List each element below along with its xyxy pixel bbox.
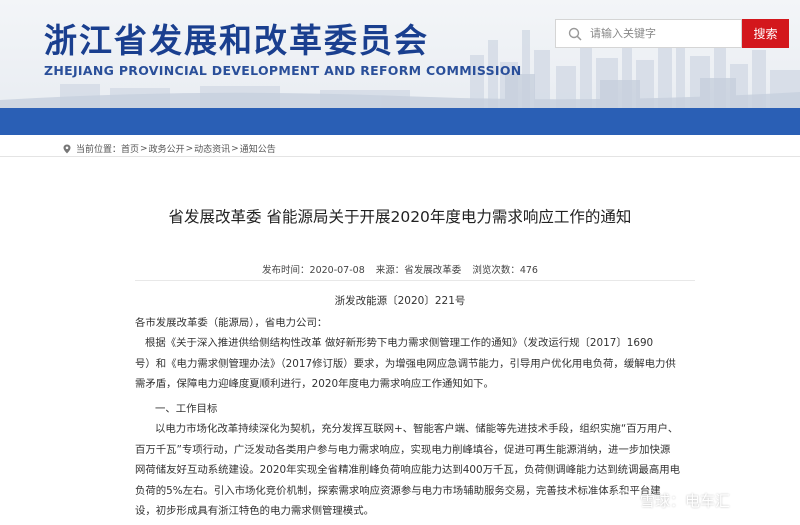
breadcrumb-divider <box>0 156 800 157</box>
paragraph-line: 号）和《电力需求侧管理办法》（2017修订版）要求，为增强电网应急调节能力，引导… <box>135 357 676 370</box>
breadcrumb-separator: > <box>140 143 148 154</box>
location-icon <box>63 144 71 153</box>
article-title: 省发展改革委 省能源局关于开展2020年度电力需求响应工作的通知 <box>168 208 632 226</box>
meta-divider <box>135 280 695 281</box>
xueqiu-watermark: 雪球：电车汇 <box>612 489 730 511</box>
addressee: 各市发展改革委（能源局），省电力公司： <box>135 313 700 334</box>
breadcrumb-separator: > <box>231 143 239 154</box>
paragraph-line: 网荷储友好互动系统建设。2020年实现全省精准削峰负荷响应能力达到400万千瓦，… <box>135 464 681 476</box>
section-heading-goals: 一、工作目标 <box>135 399 700 420</box>
view-count: 浏览次数：476 <box>472 265 538 276</box>
paragraph-intro: 根据《关于深入推进供给侧结构性改革 做好新形势下电力需求侧管理工作的通知》（发改… <box>135 333 700 395</box>
paragraph-line: 根据《关于深入推进供给侧结构性改革 做好新形势下电力需求侧管理工作的通知》（发改… <box>145 337 654 349</box>
breadcrumb-separator: > <box>185 143 194 154</box>
breadcrumb-item-news[interactable]: 动态资讯 <box>194 142 230 155</box>
section-heading: 一、工作目标 <box>155 403 218 415</box>
site-title-english: ZHEJIANG PROVINCIAL DEVELOPMENT AND REFO… <box>44 63 522 78</box>
breadcrumb-item-government-affairs[interactable]: 政务公开 <box>149 142 185 155</box>
article-source: 来源：省发展改革委 <box>375 265 462 276</box>
breadcrumb-prefix: 当前位置： <box>76 145 122 155</box>
breadcrumb-item-home[interactable]: 首页 <box>121 142 139 155</box>
breadcrumb: 当前位置： 首页 > 政务公开 > 动态资讯 > 通知公告 <box>62 142 276 155</box>
header-banner: 浙江省发展和改革委员会 ZHEJIANG PROVINCIAL DEVELOPM… <box>0 0 800 108</box>
publish-date: 发布时间：2020-07-08 <box>262 265 365 276</box>
document-number: 浙发改能源〔2020〕221号 <box>334 295 466 307</box>
site-title-chinese[interactable]: 浙江省发展和改革委员会 <box>44 14 429 62</box>
paragraph-line: 以电力市场化改革持续深化为契机，充分发挥互联网+、智能客户端、储能等先进技术手段… <box>155 423 679 435</box>
search-button[interactable]: 搜索 <box>742 19 789 48</box>
breadcrumb-item-notices[interactable]: 通知公告 <box>240 142 276 155</box>
paragraph-line: 百万千瓦”专项行动，广泛发动各类用户参与电力需求响应，实现电力削峰填谷，促进可再… <box>135 443 671 456</box>
search-box[interactable] <box>555 19 742 48</box>
article-meta: 发布时间：2020-07-08 来源：省发展改革委 浏览次数：476 <box>0 262 800 276</box>
navigation-bar <box>0 108 800 135</box>
snowball-logo-icon <box>612 489 634 511</box>
addressee-line: 各市发展改革委（能源局），省电力公司： <box>135 317 328 329</box>
search-icon <box>568 27 582 41</box>
paragraph-line: 需矛盾，保障电力迎峰度夏顺利进行，2020年度电力需求响应工作通知如下。 <box>135 378 494 390</box>
watermark-text: 雪球：电车汇 <box>640 491 731 510</box>
search-input[interactable] <box>590 27 730 40</box>
